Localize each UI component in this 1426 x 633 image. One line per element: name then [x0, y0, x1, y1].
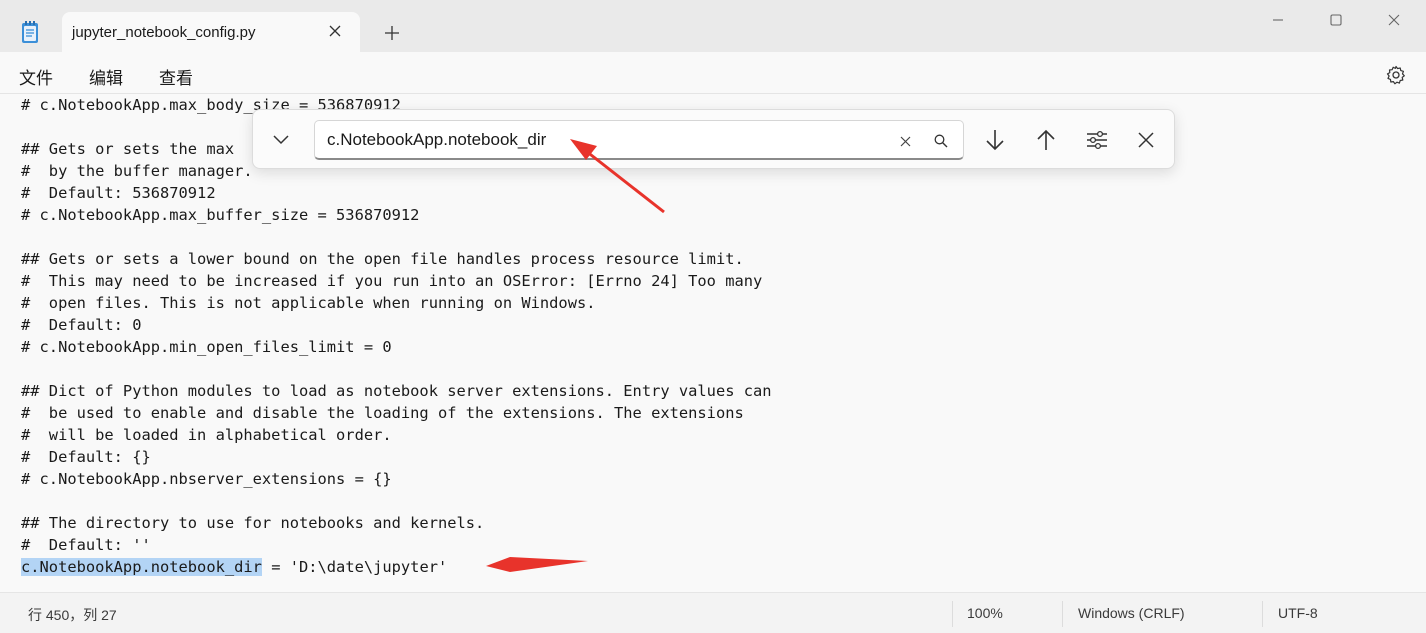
- new-tab-button[interactable]: [378, 20, 406, 46]
- arrow-down-icon: [986, 130, 1004, 151]
- zoom-level[interactable]: 100%: [967, 605, 1003, 621]
- status-bar: 行 450，列 27 100% Windows (CRLF) UTF-8: [0, 592, 1426, 633]
- settings-gear-icon[interactable]: [1383, 62, 1409, 88]
- code-line: # c.NotebookApp.nbserver_extensions = {}: [21, 470, 392, 488]
- code-line: ## The directory to use for notebooks an…: [21, 514, 485, 532]
- find-previous-button[interactable]: [1030, 124, 1062, 156]
- status-divider: [1062, 601, 1063, 627]
- find-next-button[interactable]: [979, 124, 1011, 156]
- code-line: # by the buffer manager.: [21, 162, 253, 180]
- cursor-position: 行 450，列 27: [28, 607, 117, 623]
- code-line: # open files. This is not applicable whe…: [21, 294, 596, 312]
- menu-file[interactable]: 文件: [19, 64, 53, 89]
- code-line: ## Gets or sets the max: [21, 140, 235, 158]
- code-line: ## Dict of Python modules to load as not…: [21, 382, 772, 400]
- encoding[interactable]: UTF-8: [1278, 605, 1318, 621]
- menu-edit[interactable]: 编辑: [89, 64, 123, 89]
- close-tab-icon[interactable]: [324, 20, 346, 42]
- code-line: # This may need to be increased if you r…: [21, 272, 763, 290]
- code-line: # be used to enable and disable the load…: [21, 404, 744, 422]
- toggle-replace-chevron-icon[interactable]: [267, 126, 295, 154]
- status-divider: [1262, 601, 1263, 627]
- find-bar: [252, 109, 1175, 169]
- title-bar: jupyter_notebook_config.py: [0, 0, 1426, 52]
- code-text: = 'D:\date\jupyter': [261, 558, 448, 576]
- sliders-icon: [1087, 130, 1107, 150]
- code-line: # Default: '': [21, 536, 151, 554]
- line-ending[interactable]: Windows (CRLF): [1078, 605, 1185, 621]
- close-icon: [1138, 132, 1154, 148]
- arrow-up-icon: [1037, 129, 1055, 150]
- selected-text: c.NotebookApp.notebook_dir: [21, 558, 262, 576]
- tab-title: jupyter_notebook_config.py: [72, 24, 256, 41]
- status-divider: [952, 601, 953, 627]
- close-find-button[interactable]: [1130, 124, 1162, 156]
- search-icon[interactable]: [931, 131, 951, 151]
- close-window-button[interactable]: [1371, 6, 1417, 34]
- clear-icon[interactable]: [895, 131, 915, 151]
- find-input-box: [314, 120, 964, 160]
- code-line: # c.NotebookApp.min_open_files_limit = 0: [21, 338, 392, 356]
- code-line: # will be loaded in alphabetical order.: [21, 426, 392, 444]
- code-line: ## Gets or sets a lower bound on the ope…: [21, 250, 744, 268]
- code-line: # Default: 0: [21, 316, 142, 334]
- code-line: # c.NotebookApp.max_buffer_size = 536870…: [21, 206, 420, 224]
- code-line: # Default: 536870912: [21, 184, 216, 202]
- notepad-icon: [20, 20, 40, 44]
- code-line-highlighted: c.NotebookApp.notebook_dir = 'D:\date\ju…: [21, 556, 447, 578]
- find-input[interactable]: [327, 129, 887, 151]
- menu-view[interactable]: 查看: [159, 64, 193, 89]
- code-line: # Default: {}: [21, 448, 151, 466]
- minimize-button[interactable]: [1255, 6, 1301, 34]
- menu-bar: 文件 编辑 查看: [0, 52, 1426, 94]
- maximize-button[interactable]: [1313, 6, 1359, 34]
- tab-file[interactable]: jupyter_notebook_config.py: [62, 12, 360, 52]
- search-options-button[interactable]: [1081, 124, 1113, 156]
